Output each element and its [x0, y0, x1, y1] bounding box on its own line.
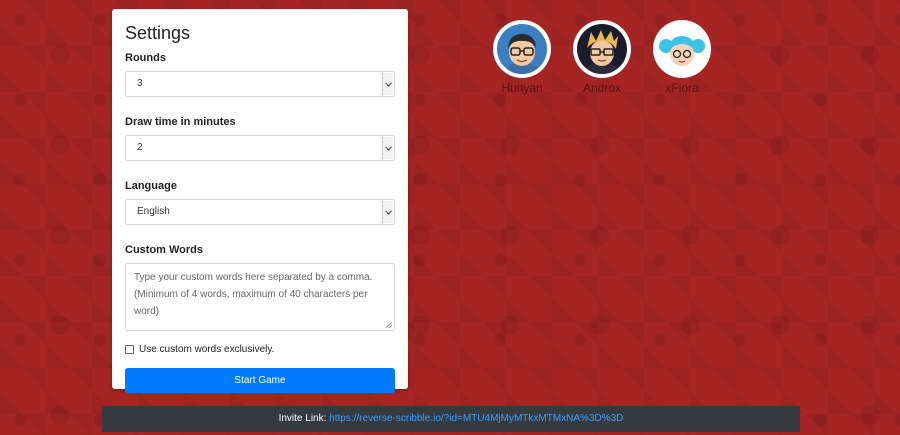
rounds-select[interactable]: 3	[125, 71, 395, 97]
exclusive-words-checkbox[interactable]	[125, 344, 134, 354]
blond-hair-glasses-avatar-icon	[577, 24, 627, 74]
avatar	[493, 20, 551, 78]
exclusive-words-label: Use custom words exclusively.	[139, 343, 275, 355]
chevron-down-icon	[382, 201, 393, 223]
language-label: Language	[125, 180, 177, 192]
avatar	[653, 20, 711, 78]
chevron-down-icon	[382, 137, 393, 159]
language-value: English	[137, 206, 170, 217]
player-name: xFiora	[665, 81, 699, 95]
player-card: Hunyan	[493, 20, 551, 95]
settings-title: Settings	[125, 23, 191, 43]
custom-words-textarea[interactable]: Type your custom words here separated by…	[125, 263, 395, 331]
player-card: xFiora	[653, 20, 711, 95]
player-name: Hunyan	[501, 81, 543, 95]
invite-bar: Invite Link: https://reverse-scribble.io…	[102, 406, 800, 432]
blue-hair-girl-avatar-icon	[657, 24, 707, 74]
player-card: Androx	[573, 20, 631, 95]
start-game-button[interactable]: Start Game	[125, 368, 395, 393]
player-list: Hunyan Androx xFiora	[493, 20, 733, 95]
exclusive-words-row[interactable]: Use custom words exclusively.	[125, 342, 395, 356]
invite-label: Invite Link:	[278, 413, 327, 424]
resize-grip-icon[interactable]	[386, 322, 392, 328]
draw-time-label: Draw time in minutes	[125, 116, 236, 128]
draw-time-value: 2	[137, 142, 143, 153]
language-select[interactable]: English	[125, 199, 395, 225]
settings-panel: Settings Rounds 3 Draw time in minutes 2…	[112, 9, 408, 393]
player-name: Androx	[582, 81, 622, 95]
avatar	[573, 20, 631, 78]
custom-words-label: Custom Words	[125, 244, 204, 256]
rounds-label: Rounds	[125, 52, 166, 64]
chevron-down-icon	[382, 73, 393, 95]
draw-time-select[interactable]: 2	[125, 135, 395, 161]
rounds-value: 3	[137, 78, 143, 89]
boy-glasses-avatar-icon	[497, 24, 547, 74]
invite-link[interactable]: https://reverse-scribble.io/?id=MTU4MjMy…	[329, 413, 623, 424]
custom-words-placeholder: Type your custom words here separated by…	[134, 272, 373, 317]
